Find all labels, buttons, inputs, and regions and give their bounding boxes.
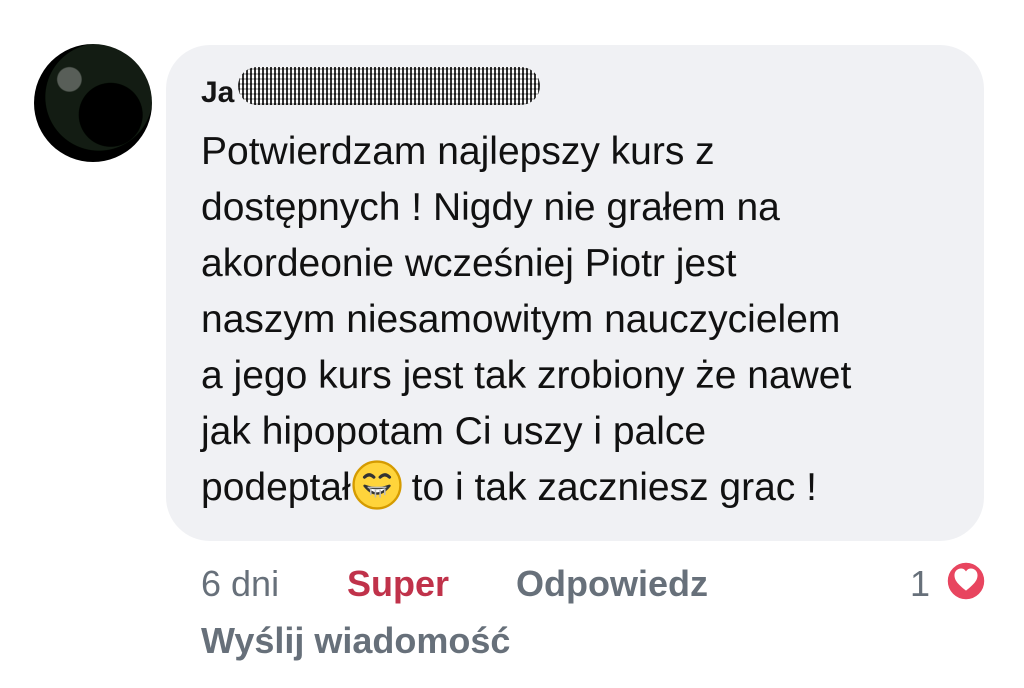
- super-reaction-button[interactable]: Super: [347, 562, 449, 606]
- comment-line-7: podeptał to i tak zaczniesz grac !: [201, 460, 976, 516]
- comment-line-2: dostępnych ! Nigdy nie grałem na: [201, 186, 780, 229]
- comment-time[interactable]: 6 dni: [201, 562, 279, 606]
- author-name-redaction: [238, 67, 540, 105]
- comment-line-3: akordeonie wcześniej Piotr jest: [201, 242, 737, 285]
- comment-line-4: naszym niesamowitym nauczycielem: [201, 298, 841, 341]
- grinning-face-emoji: [352, 460, 402, 510]
- avatar[interactable]: [34, 44, 152, 162]
- comment-line-7-start: podeptał: [201, 466, 351, 509]
- comment-line-1: Potwierdzam najlepszy kurs z: [201, 130, 715, 173]
- comment-line-6: jak hipopotam Ci uszy i palce: [201, 410, 707, 453]
- send-message-link[interactable]: Wyślij wiadomość: [201, 619, 510, 663]
- heart-icon[interactable]: [943, 558, 989, 604]
- comment-author[interactable]: Ja: [201, 76, 234, 110]
- reply-button[interactable]: Odpowiedz: [516, 562, 708, 606]
- comment-line-5: a jego kurs jest tak zrobiony że nawet: [201, 354, 852, 397]
- comment-text: Potwierdzam najlepszy kurs z dostępnych …: [201, 124, 976, 516]
- comment-line-7-end: to i tak zaczniesz grac !: [411, 466, 817, 509]
- reaction-count[interactable]: 1: [910, 562, 930, 606]
